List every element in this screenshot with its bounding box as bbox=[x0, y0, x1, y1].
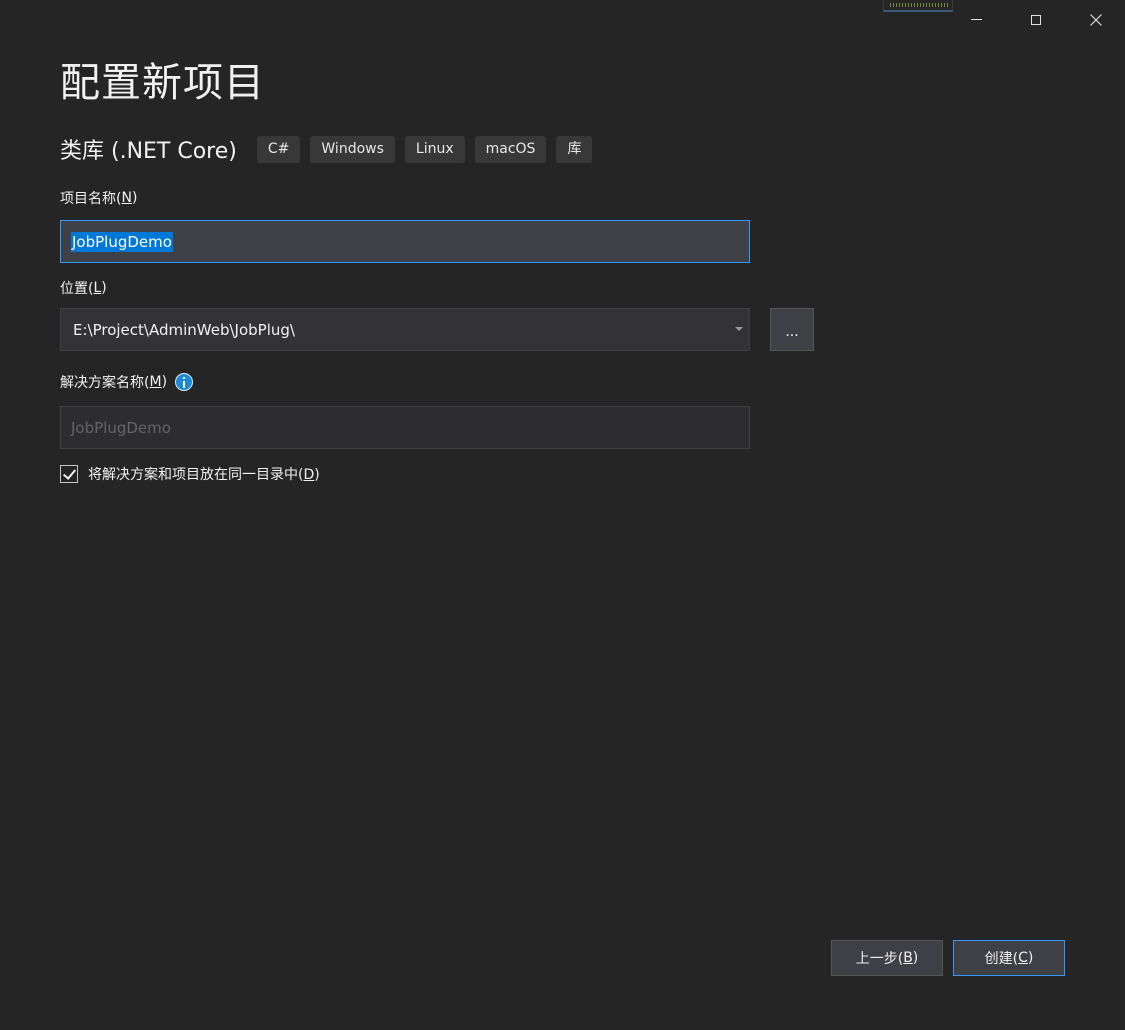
back-button[interactable]: 上一步(B) bbox=[831, 940, 943, 976]
location-value: E:\Project\AdminWeb\JobPlug\ bbox=[73, 320, 295, 339]
configure-project-window: 配置新项目 类库 (.NET Core) C# Windows Linux ma… bbox=[0, 0, 1125, 1030]
browse-button[interactable]: ... bbox=[770, 308, 814, 351]
create-button[interactable]: 创建(C) bbox=[953, 940, 1065, 976]
solution-name-placeholder: JobPlugDemo bbox=[71, 418, 171, 437]
platform-tag-linux: Linux bbox=[404, 135, 465, 163]
back-button-mnemonic: B bbox=[903, 950, 913, 966]
language-tag: C# bbox=[256, 135, 301, 163]
same-directory-option[interactable]: 将解决方案和项目放在同一目录中(D) bbox=[60, 463, 320, 485]
solution-name-mnemonic: M bbox=[149, 374, 162, 390]
minimize-button[interactable] bbox=[946, 0, 1006, 40]
solution-name-label-text: 解决方案名称( bbox=[60, 375, 150, 391]
project-name-label: 项目名称(N) bbox=[60, 188, 137, 208]
same-directory-label-suffix: ) bbox=[314, 467, 320, 483]
location-label: 位置(L) bbox=[60, 278, 107, 298]
page-title: 配置新项目 bbox=[60, 60, 265, 106]
project-name-label-text: 项目名称( bbox=[60, 191, 122, 207]
back-button-label: 上一步( bbox=[855, 951, 904, 967]
same-directory-label: 将解决方案和项目放在同一目录中(D) bbox=[88, 464, 320, 484]
create-button-mnemonic: C bbox=[1018, 950, 1028, 966]
maximize-icon bbox=[1031, 15, 1041, 25]
solution-name-input: JobPlugDemo bbox=[60, 406, 750, 449]
minimize-icon bbox=[970, 18, 982, 20]
platform-tag-macos: macOS bbox=[474, 135, 547, 163]
location-label-text: 位置( bbox=[60, 281, 94, 297]
location-mnemonic: L bbox=[93, 280, 102, 296]
project-name-value: JobPlugDemo bbox=[71, 231, 173, 252]
location-combobox[interactable]: E:\Project\AdminWeb\JobPlug\ bbox=[60, 308, 750, 351]
same-directory-mnemonic: D bbox=[303, 467, 315, 483]
same-directory-checkbox[interactable] bbox=[60, 465, 78, 483]
same-directory-label-text: 将解决方案和项目放在同一目录中( bbox=[88, 467, 304, 483]
project-name-label-suffix: ) bbox=[131, 190, 138, 206]
project-type-tag: 库 bbox=[556, 135, 593, 163]
platform-tag-windows: Windows bbox=[310, 135, 395, 163]
close-button[interactable] bbox=[1066, 0, 1125, 40]
close-icon bbox=[1090, 14, 1102, 26]
solution-name-label-suffix: ) bbox=[161, 374, 168, 390]
maximize-button[interactable] bbox=[1006, 0, 1066, 40]
solution-name-label: 解决方案名称(M) bbox=[60, 372, 194, 392]
location-label-suffix: ) bbox=[101, 280, 107, 296]
info-icon[interactable] bbox=[175, 373, 194, 391]
project-name-input[interactable]: JobPlugDemo bbox=[60, 220, 750, 263]
project-name-mnemonic: N bbox=[121, 190, 132, 206]
template-name: 类库 (.NET Core) bbox=[60, 139, 237, 164]
performance-indicator bbox=[883, 0, 953, 12]
template-summary: 类库 (.NET Core) C# Windows Linux macOS 库 bbox=[60, 135, 602, 164]
browse-button-label: ... bbox=[785, 324, 799, 340]
back-button-suffix: ) bbox=[912, 950, 919, 966]
create-button-label: 创建( bbox=[984, 951, 1019, 967]
create-button-suffix: ) bbox=[1027, 950, 1034, 966]
dropdown-arrow-icon[interactable] bbox=[735, 327, 743, 331]
